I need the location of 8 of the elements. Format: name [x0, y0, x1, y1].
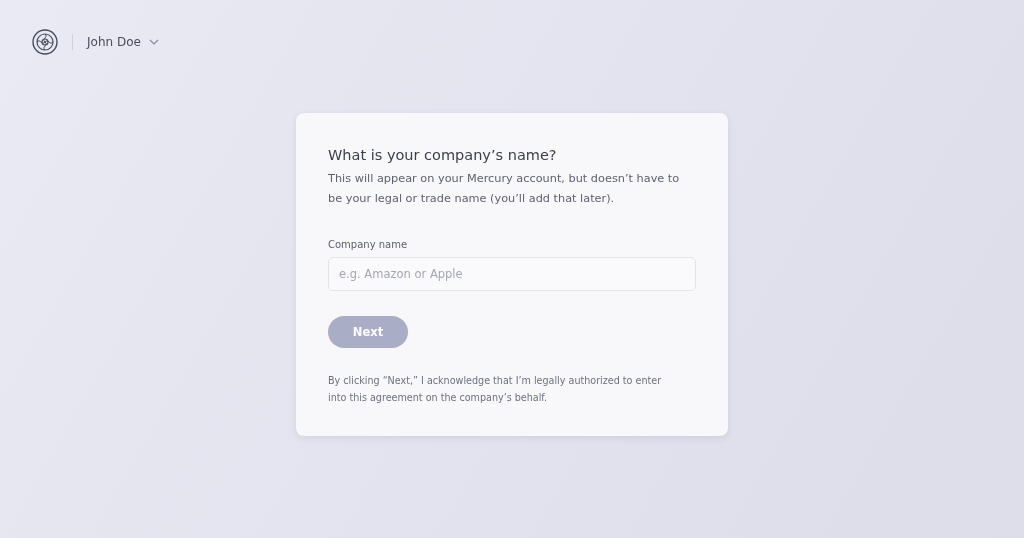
company-name-field[interactable]: e.g. Amazon or Apple	[328, 257, 696, 291]
user-menu[interactable]: John Doe	[87, 35, 159, 49]
field-label: Company name	[328, 239, 409, 250]
disclaimer-text: By clicking “Next,” I acknowledge that I’m legally authorized to enter into this agreement on the company’s behalf.	[328, 374, 663, 405]
form-description: This will appear on your Mercury account, but doesn’t have to be your legal or trade name (you’ll add that later).	[328, 171, 681, 207]
logo-icon[interactable]	[32, 29, 58, 55]
chevron-down-icon	[148, 39, 159, 45]
form-title: What is your company’s name?	[328, 147, 558, 163]
